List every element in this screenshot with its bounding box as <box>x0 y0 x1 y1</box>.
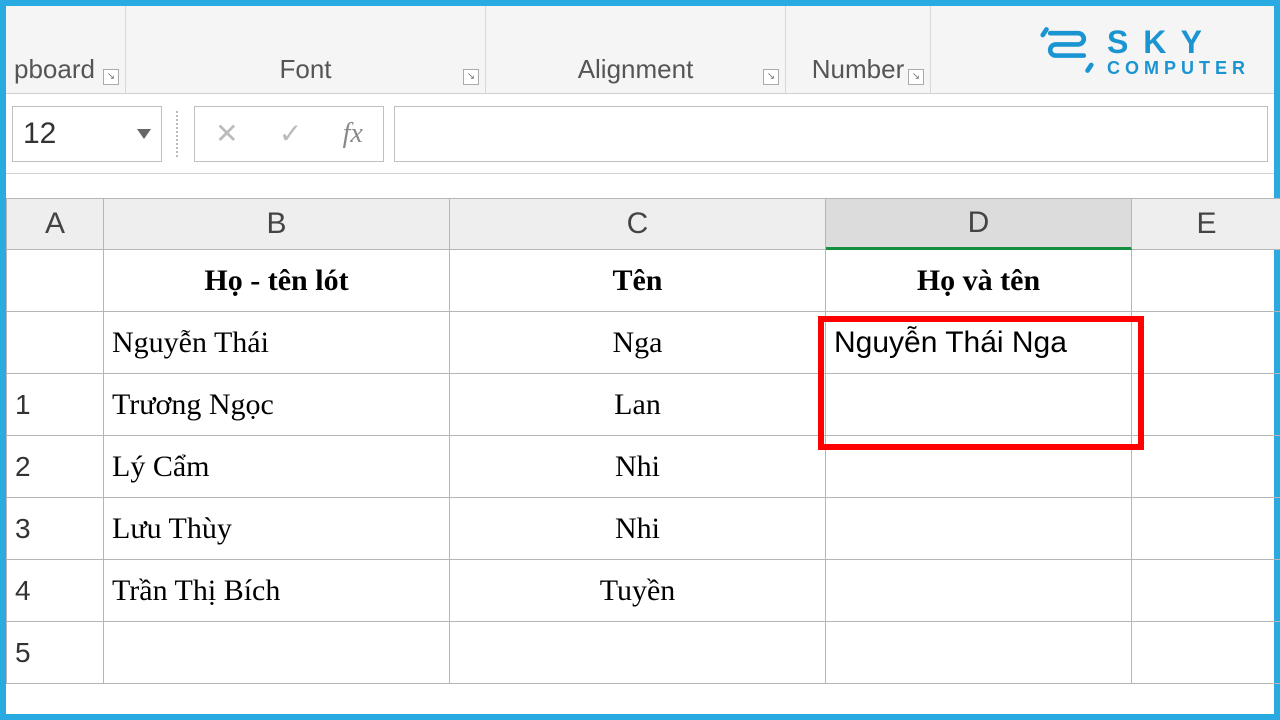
brand-logo-icon <box>1039 22 1095 83</box>
chevron-down-icon[interactable] <box>137 129 151 139</box>
ribbon-group-font-label: Font <box>279 54 331 85</box>
cell[interactable]: Nguyễn Thái Nga <box>826 312 1132 374</box>
ribbon-group-alignment: Alignment ↘ <box>486 6 786 93</box>
cell[interactable]: Lan <box>450 374 826 436</box>
col-header-a[interactable]: A <box>6 198 104 250</box>
cell[interactable]: Tuyền <box>450 560 826 622</box>
enter-icon[interactable]: ✓ <box>279 117 302 150</box>
ribbon-group-number-label: Number <box>812 54 904 85</box>
formula-bar: 12 ✕ ✓ fx <box>6 94 1274 174</box>
formula-bar-buttons: ✕ ✓ fx <box>194 106 384 162</box>
col-header-c[interactable]: C <box>450 198 826 250</box>
cell[interactable]: Tên <box>450 250 826 312</box>
cell[interactable]: Trương Ngọc <box>104 374 450 436</box>
brand-line1: S K Y <box>1107 26 1250 58</box>
ribbon: pboard ↘ Font ↘ Alignment ↘ Number ↘ S K… <box>6 6 1274 94</box>
cell[interactable]: Họ - tên lót <box>104 250 450 312</box>
cell[interactable] <box>1132 250 1280 312</box>
name-box-value: 12 <box>23 117 56 151</box>
cell[interactable] <box>826 560 1132 622</box>
row-header[interactable]: 1 <box>6 374 104 436</box>
col-header-b[interactable]: B <box>104 198 450 250</box>
row-header[interactable]: 3 <box>6 498 104 560</box>
ribbon-group-font: Font ↘ <box>126 6 486 93</box>
cell[interactable]: Nga <box>450 312 826 374</box>
cell[interactable] <box>1132 498 1280 560</box>
cell[interactable]: Lý Cẩm <box>104 436 450 498</box>
col-header-e[interactable]: E <box>1132 198 1280 250</box>
cancel-icon[interactable]: ✕ <box>215 117 238 150</box>
cell[interactable]: Nhi <box>450 436 826 498</box>
row-header[interactable]: 5 <box>6 622 104 684</box>
formula-bar-separator <box>176 111 180 157</box>
cell[interactable] <box>1132 622 1280 684</box>
cell[interactable] <box>1132 436 1280 498</box>
name-box[interactable]: 12 <box>12 106 162 162</box>
cell[interactable] <box>826 374 1132 436</box>
cell[interactable]: Nhi <box>450 498 826 560</box>
dialog-launcher-icon[interactable]: ↘ <box>103 69 119 85</box>
row-header[interactable] <box>6 312 104 374</box>
brand-logo-text: S K Y COMPUTER <box>1107 26 1250 79</box>
ribbon-group-number: Number ↘ <box>786 6 931 93</box>
cell[interactable] <box>1132 312 1280 374</box>
ribbon-group-alignment-label: Alignment <box>578 54 694 85</box>
cell[interactable]: Họ và tên <box>826 250 1132 312</box>
fx-icon[interactable]: fx <box>343 118 363 150</box>
col-header-d[interactable]: D <box>826 198 1132 250</box>
cell[interactable] <box>1132 374 1280 436</box>
cell[interactable] <box>826 622 1132 684</box>
cell[interactable] <box>1132 560 1280 622</box>
ribbon-group-clipboard-label: pboard <box>14 54 95 85</box>
dialog-launcher-icon[interactable]: ↘ <box>908 69 924 85</box>
cell[interactable]: Trần Thị Bích <box>104 560 450 622</box>
brand-logo: S K Y COMPUTER <box>1039 22 1250 83</box>
ribbon-group-clipboard: pboard ↘ <box>6 6 126 93</box>
formula-input[interactable] <box>394 106 1268 162</box>
brand-line2: COMPUTER <box>1107 58 1250 79</box>
cell[interactable]: Nguyễn Thái <box>104 312 450 374</box>
row-header[interactable] <box>6 250 104 312</box>
row-header[interactable]: 2 <box>6 436 104 498</box>
dialog-launcher-icon[interactable]: ↘ <box>463 69 479 85</box>
cell[interactable] <box>826 498 1132 560</box>
cell[interactable] <box>104 622 450 684</box>
cell[interactable] <box>450 622 826 684</box>
sheet-grid[interactable]: A B C D E Họ - tên lót Tên Họ và tên Ngu… <box>6 198 1274 684</box>
cell[interactable] <box>826 436 1132 498</box>
dialog-launcher-icon[interactable]: ↘ <box>763 69 779 85</box>
cell[interactable]: Lưu Thùy <box>104 498 450 560</box>
row-header[interactable]: 4 <box>6 560 104 622</box>
